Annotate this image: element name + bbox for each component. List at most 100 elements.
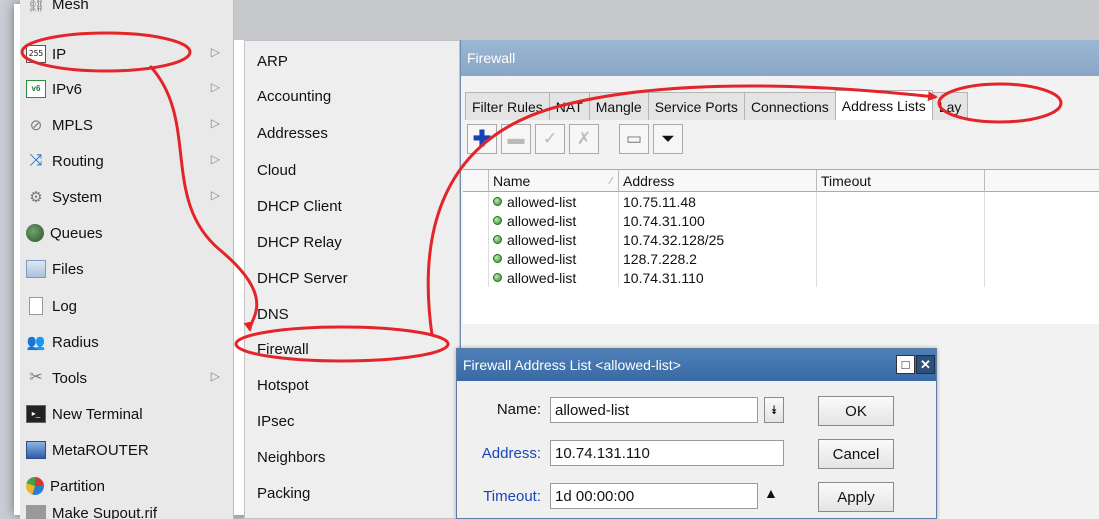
apply-button[interactable]: Apply bbox=[818, 482, 894, 512]
dropdown-arrow-icon: ⯯ bbox=[770, 402, 778, 417]
submenu-item-neighbors[interactable]: Neighbors bbox=[245, 439, 459, 475]
submenu-arrow-icon: ▷ bbox=[210, 152, 220, 166]
submenu-arrow-icon: ▷ bbox=[210, 369, 220, 383]
collapse-field-button[interactable]: ▲ bbox=[764, 485, 778, 501]
main-menu: ⛓ Mesh 255 IP ▷ v6 IPv6 ▷ ⊘ MPLS ▷ ⤨ Rou… bbox=[20, 0, 234, 519]
enable-button[interactable]: ✓ bbox=[535, 124, 565, 154]
menu-item-label: Tools bbox=[52, 369, 88, 387]
toolbar: ✚ ▬ ✓ ✗ ▭ ⏷ bbox=[467, 124, 683, 158]
submenu-arrow-icon: ▷ bbox=[210, 80, 220, 94]
menu-item-label: IP bbox=[52, 45, 67, 63]
submenu-item-dhcp-relay[interactable]: DHCP Relay bbox=[245, 224, 459, 260]
row-name: allowed-list bbox=[507, 250, 577, 267]
row-address: 10.74.31.100 bbox=[619, 211, 817, 230]
menu-item-mesh[interactable]: ⛓ Mesh bbox=[20, 0, 234, 20]
tab-bar: Filter Rules NAT Mangle Service Ports Co… bbox=[461, 86, 1099, 120]
menu-item-supout[interactable]: Make Supout.rif bbox=[20, 505, 234, 519]
address-list-table: Name ⁄ Address Timeout allowed-list 10.75… bbox=[463, 169, 1099, 324]
table-row[interactable]: allowed-list 10.75.11.48 bbox=[463, 192, 1099, 211]
ip-submenu: ARP Accounting Addresses Cloud DHCP Clie… bbox=[244, 40, 460, 519]
tab-connections[interactable]: Connections bbox=[743, 92, 836, 120]
submenu-item-firewall[interactable]: Firewall bbox=[245, 331, 459, 367]
column-header-name[interactable]: Name ⁄ bbox=[489, 170, 619, 192]
tab-filter-rules[interactable]: Filter Rules bbox=[465, 92, 550, 120]
menu-item-label: New Terminal bbox=[52, 405, 143, 423]
menu-item-label: Queues bbox=[50, 224, 103, 242]
menu-item-label: Routing bbox=[52, 152, 104, 170]
disable-button[interactable]: ✗ bbox=[569, 124, 599, 154]
column-header-blank bbox=[463, 170, 489, 192]
menu-item-metarouter[interactable]: MetaROUTER bbox=[20, 434, 234, 466]
add-button[interactable]: ✚ bbox=[467, 124, 497, 154]
timeout-field[interactable]: 1d 00:00:00 bbox=[550, 483, 758, 509]
terminal-icon: ▸_ bbox=[26, 405, 46, 423]
menu-item-new-terminal[interactable]: ▸_ New Terminal bbox=[20, 398, 234, 430]
ip-icon: 255 bbox=[26, 45, 46, 63]
tab-service-ports[interactable]: Service Ports bbox=[647, 92, 745, 120]
submenu-item-hotspot[interactable]: Hotspot bbox=[245, 367, 459, 403]
menu-item-mpls[interactable]: ⊘ MPLS ▷ bbox=[20, 109, 234, 141]
table-row[interactable]: allowed-list 10.74.31.100 bbox=[463, 211, 1099, 230]
row-address: 10.74.32.128/25 bbox=[619, 230, 817, 249]
menu-item-files[interactable]: Files bbox=[20, 253, 234, 285]
cancel-button[interactable]: Cancel bbox=[818, 439, 894, 469]
submenu-item-accounting[interactable]: Accounting bbox=[245, 78, 459, 114]
row-address: 10.75.11.48 bbox=[619, 192, 817, 211]
routing-icon: ⤨ bbox=[29, 152, 43, 169]
submenu-item-dhcp-client[interactable]: DHCP Client bbox=[245, 188, 459, 224]
tab-address-lists[interactable]: Address Lists bbox=[834, 90, 933, 120]
submenu-item-dhcp-server[interactable]: DHCP Server bbox=[245, 260, 459, 296]
comment-button[interactable]: ▭ bbox=[619, 124, 649, 154]
close-button[interactable]: ✕ bbox=[916, 355, 935, 374]
tab-mangle[interactable]: Mangle bbox=[588, 92, 649, 120]
metarouter-icon bbox=[26, 441, 46, 459]
tools-icon: ✂ bbox=[29, 369, 43, 386]
menu-item-ip[interactable]: 255 IP ▷ bbox=[20, 38, 234, 70]
submenu-item-packing[interactable]: Packing bbox=[245, 475, 459, 511]
filter-button[interactable]: ⏷ bbox=[653, 124, 683, 154]
column-header-address[interactable]: Address bbox=[619, 170, 817, 192]
row-timeout bbox=[817, 230, 985, 249]
tab-nat[interactable]: NAT bbox=[548, 92, 590, 120]
menu-item-ipv6[interactable]: v6 IPv6 ▷ bbox=[20, 73, 234, 105]
status-dot-icon bbox=[493, 216, 502, 225]
submenu-item-ipsec[interactable]: IPsec bbox=[245, 403, 459, 439]
row-timeout bbox=[817, 268, 985, 287]
submenu-item-cloud[interactable]: Cloud bbox=[245, 152, 459, 188]
menu-item-queues[interactable]: Queues bbox=[20, 217, 234, 249]
menu-item-label: Radius bbox=[52, 333, 99, 351]
menu-item-label: Partition bbox=[50, 477, 106, 495]
column-header-timeout[interactable]: Timeout bbox=[817, 170, 985, 192]
menu-item-system[interactable]: ⚙ System ▷ bbox=[20, 181, 234, 213]
submenu-item-arp[interactable]: ARP bbox=[245, 43, 459, 79]
address-field[interactable]: 10.74.131.110 bbox=[550, 440, 784, 466]
folder-icon bbox=[26, 260, 46, 278]
log-icon bbox=[29, 297, 43, 315]
menu-item-label: Files bbox=[52, 260, 84, 278]
submenu-item-dns[interactable]: DNS bbox=[245, 296, 459, 332]
menu-item-radius[interactable]: 👥 Radius bbox=[20, 326, 234, 358]
submenu-item-addresses[interactable]: Addresses bbox=[245, 115, 459, 151]
cross-icon: ✗ bbox=[576, 129, 592, 148]
remove-button[interactable]: ▬ bbox=[501, 124, 531, 154]
partition-icon bbox=[26, 477, 44, 495]
menu-item-label: MetaROUTER bbox=[52, 441, 149, 459]
ok-button[interactable]: OK bbox=[818, 396, 894, 426]
table-row[interactable]: allowed-list 10.74.31.110 bbox=[463, 268, 1099, 287]
row-name: allowed-list bbox=[507, 212, 577, 229]
menu-item-partition[interactable]: Partition bbox=[20, 470, 234, 502]
up-triangle-icon: ▲ bbox=[764, 485, 778, 501]
name-field[interactable]: allowed-list bbox=[550, 397, 758, 423]
table-row[interactable]: allowed-list 10.74.32.128/25 bbox=[463, 230, 1099, 249]
name-dropdown-button[interactable]: ⯯ bbox=[764, 397, 784, 423]
ipv6-icon: v6 bbox=[26, 80, 46, 98]
menu-item-label: Log bbox=[52, 297, 78, 315]
maximize-button[interactable]: □ bbox=[896, 355, 915, 374]
minus-icon: ▬ bbox=[507, 129, 525, 148]
tab-layer7[interactable]: Lay bbox=[931, 92, 969, 120]
menu-item-routing[interactable]: ⤨ Routing ▷ bbox=[20, 145, 234, 177]
menu-item-tools[interactable]: ✂ Tools ▷ bbox=[20, 362, 234, 394]
table-row[interactable]: allowed-list 128.7.228.2 bbox=[463, 249, 1099, 268]
submenu-arrow-icon: ▷ bbox=[210, 116, 220, 130]
menu-item-log[interactable]: Log bbox=[20, 290, 234, 322]
